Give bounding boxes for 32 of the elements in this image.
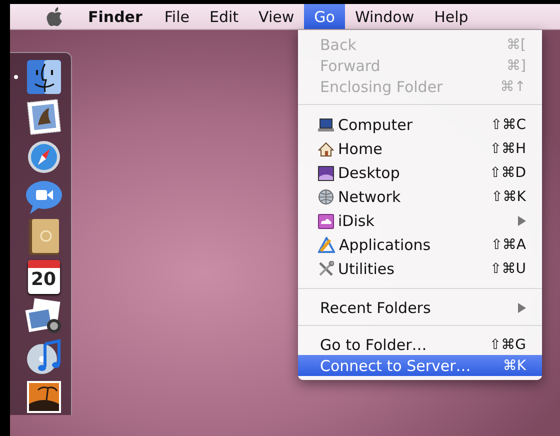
desktop-picture-icon: [318, 166, 334, 180]
apple-logo-icon: [46, 6, 64, 27]
menu-title[interactable]: Help: [424, 4, 478, 29]
app-name-menu[interactable]: Finder: [74, 4, 154, 29]
laptop-icon: [318, 118, 334, 132]
menu-title[interactable]: File: [154, 4, 200, 29]
smiling-face-icon[interactable]: [26, 59, 62, 95]
menu-item[interactable]: Home ⇧⌘H: [298, 137, 542, 161]
menu-item[interactable]: Go to Folder… ⇧⌘G: [298, 334, 542, 355]
globe-icon: [318, 189, 334, 205]
photos-camera-icon[interactable]: [24, 298, 62, 336]
menu-item[interactable]: Connect to Server… ⌘K: [298, 355, 542, 376]
calendar-date: 20: [30, 268, 56, 292]
menu-item[interactable]: iDisk: [298, 209, 542, 233]
video-chat-bubble-icon[interactable]: [24, 179, 62, 215]
menu-item[interactable]: Network ⇧⌘K: [298, 185, 542, 209]
menu-title[interactable]: Edit: [199, 4, 249, 29]
house-icon: [318, 142, 334, 156]
music-disc-icon[interactable]: [24, 338, 62, 376]
tools-icon: [318, 261, 334, 277]
menu-item[interactable]: Desktop ⇧⌘D: [298, 161, 542, 185]
menu-title[interactable]: Window: [344, 4, 424, 29]
menu-item[interactable]: Computer ⇧⌘C: [298, 113, 542, 137]
menu-title[interactable]: View: [248, 4, 304, 29]
menu-item[interactable]: Applications ⇧⌘A: [298, 233, 542, 257]
calendar-icon[interactable]: 20: [28, 260, 60, 294]
menu-title[interactable]: Go: [304, 4, 345, 29]
sunset-picture-icon[interactable]: [26, 380, 62, 414]
menu-item[interactable]: Recent Folders: [298, 297, 542, 318]
menu-item[interactable]: Utilities ⇧⌘U: [298, 257, 542, 281]
compass-icon[interactable]: [26, 139, 62, 175]
pencil-ruler-icon: [318, 237, 335, 253]
